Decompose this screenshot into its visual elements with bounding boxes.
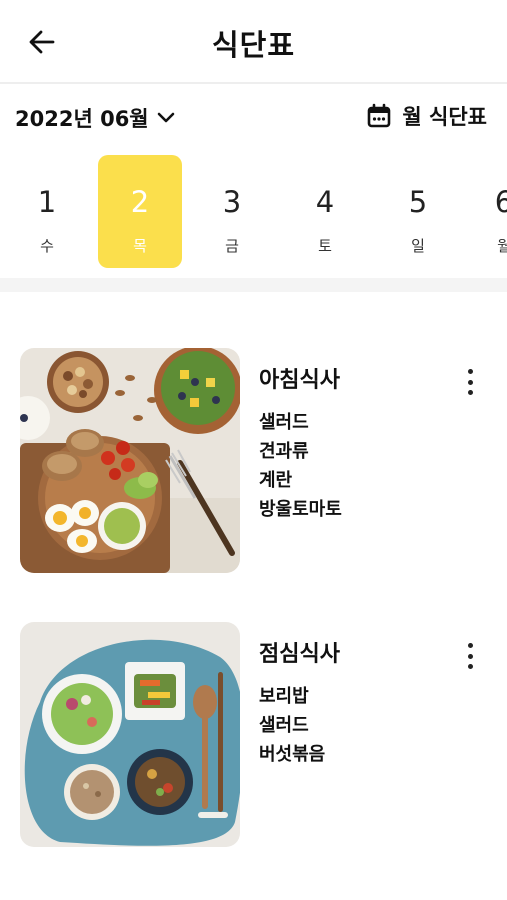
meal-photo[interactable] — [20, 622, 240, 847]
monthly-menu-button[interactable]: 월 식단표 — [366, 101, 487, 131]
day-of-week: 수 — [40, 237, 54, 255]
more-dots-icon — [467, 653, 473, 659]
day-number: 3 — [222, 185, 242, 219]
monthly-menu-label: 월 식단표 — [402, 105, 487, 129]
day-item[interactable]: 4 토 — [283, 155, 367, 268]
meal-item: 보리밥 — [259, 686, 309, 707]
day-number: 6 — [494, 185, 507, 219]
day-item[interactable]: 3 금 — [190, 155, 274, 268]
day-item[interactable]: 6 월 — [462, 155, 507, 268]
day-of-week: 일 — [411, 237, 425, 255]
day-number: 5 — [408, 185, 428, 219]
more-options-button[interactable] — [456, 640, 484, 672]
meal-item-list: 보리밥 샐러드 버섯볶음 — [259, 682, 325, 769]
day-of-week: 월 — [497, 237, 507, 255]
meal-item: 샐러드 — [259, 412, 309, 433]
day-of-week: 토 — [318, 237, 332, 255]
meal-item: 계란 — [259, 470, 293, 491]
breakfast-food-image — [20, 348, 240, 573]
meal-item-list: 샐러드 견과류 계란 방울토마토 — [259, 408, 342, 524]
more-dots-icon — [467, 369, 473, 374]
month-label: 2022년 06월 — [15, 107, 149, 131]
meal-item: 버섯볶음 — [259, 744, 326, 765]
meal-item: 견과류 — [259, 441, 309, 462]
meal-item: 샐러드 — [259, 715, 309, 736]
meal-card-breakfast: 아침식사 샐러드 견과류 계란 방울토마토 — [0, 348, 507, 578]
more-dots-icon — [467, 664, 473, 669]
app-header: 식단표 — [0, 0, 507, 84]
day-of-week: 금 — [225, 237, 239, 255]
more-options-button[interactable] — [456, 366, 484, 398]
day-item-selected[interactable]: 2 목 — [98, 155, 182, 268]
day-item[interactable]: 5 일 — [376, 155, 460, 268]
section-divider — [0, 278, 507, 292]
day-strip: 1 수 2 목 3 금 4 토 5 일 6 월 — [0, 155, 507, 270]
day-item[interactable]: 1 수 — [5, 155, 89, 268]
day-number: 4 — [315, 185, 335, 219]
meal-title: 아침식사 — [259, 368, 340, 393]
calendar-icon — [368, 103, 391, 128]
chevron-down-icon — [157, 112, 174, 123]
meal-card-lunch: 점심식사 보리밥 샐러드 버섯볶음 — [0, 622, 507, 852]
more-dots-icon — [467, 390, 473, 395]
month-selector[interactable]: 2022년 06월 — [15, 103, 175, 133]
meal-title: 점심식사 — [259, 642, 340, 667]
day-number: 2 — [130, 185, 150, 219]
month-row: 2022년 06월 월 식단표 — [0, 96, 507, 140]
more-dots-icon — [467, 643, 473, 648]
lunch-food-image — [20, 622, 240, 847]
day-number: 1 — [37, 185, 57, 219]
meal-photo[interactable] — [20, 348, 240, 573]
day-of-week: 목 — [133, 237, 147, 255]
meal-item: 방울토마토 — [259, 499, 342, 520]
page-title: 식단표 — [211, 28, 296, 62]
more-dots-icon — [467, 379, 473, 385]
